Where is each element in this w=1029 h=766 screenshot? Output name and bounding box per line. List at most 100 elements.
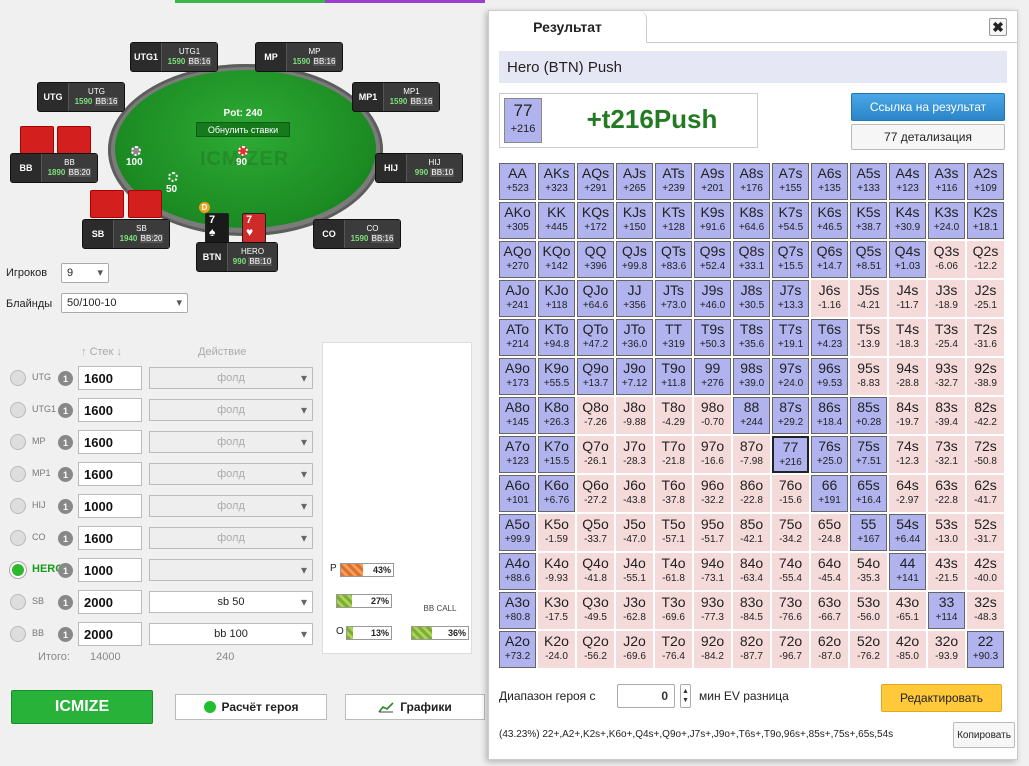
range-cell[interactable]: 86s +18.4 bbox=[811, 397, 848, 434]
range-cell[interactable]: KTo +94.8 bbox=[538, 319, 575, 356]
range-cell[interactable]: K9s +91.6 bbox=[694, 202, 731, 239]
range-cell[interactable]: 85o -42.1 bbox=[733, 514, 770, 551]
range-cell[interactable]: T2o -76.4 bbox=[655, 631, 692, 668]
range-cell[interactable]: T4o -61.8 bbox=[655, 553, 692, 590]
range-cell[interactable]: 62s -41.7 bbox=[967, 475, 1004, 512]
range-cell[interactable]: 87s +29.2 bbox=[772, 397, 809, 434]
range-cell[interactable]: T8o -4.29 bbox=[655, 397, 692, 434]
range-cell[interactable]: K6s +46.5 bbox=[811, 202, 848, 239]
player-radio[interactable] bbox=[10, 626, 26, 642]
range-cell[interactable]: K3o -17.5 bbox=[538, 592, 575, 629]
range-cell[interactable]: 95o -51.7 bbox=[694, 514, 731, 551]
result-link-button[interactable]: Ссылка на результат bbox=[851, 93, 1005, 121]
range-cell[interactable]: A5s +133 bbox=[850, 163, 887, 200]
charts-button[interactable]: Графики bbox=[345, 694, 485, 720]
range-cell[interactable]: T5o -57.1 bbox=[655, 514, 692, 551]
stack-input[interactable]: 1000 bbox=[78, 558, 142, 582]
range-cell[interactable]: T4s -18.3 bbox=[889, 319, 926, 356]
seat-mp1[interactable]: MP1 MP1 1590 BB:16 bbox=[352, 82, 440, 112]
range-cell[interactable]: 43o -65.1 bbox=[889, 592, 926, 629]
range-cell[interactable]: 73o -76.6 bbox=[772, 592, 809, 629]
range-cell[interactable]: KQo +142 bbox=[538, 241, 575, 278]
player-radio[interactable] bbox=[10, 594, 26, 610]
stack-input[interactable]: 1000 bbox=[78, 494, 142, 518]
range-cell[interactable]: 32o -93.9 bbox=[928, 631, 965, 668]
range-cell[interactable]: Q3o -49.5 bbox=[577, 592, 614, 629]
range-cell[interactable]: 75o -34.2 bbox=[772, 514, 809, 551]
player-radio[interactable] bbox=[10, 562, 26, 578]
range-cell[interactable]: TT +319 bbox=[655, 319, 692, 356]
min-ev-spinner[interactable]: ▲ ▼ bbox=[680, 684, 691, 708]
range-cell[interactable]: K7o +15.5 bbox=[538, 436, 575, 473]
spin-up-icon[interactable]: ▲ bbox=[682, 687, 689, 696]
range-cell[interactable]: 76s +25.0 bbox=[811, 436, 848, 473]
range-cell[interactable]: 96s +9.53 bbox=[811, 358, 848, 395]
range-cell[interactable]: A8s +176 bbox=[733, 163, 770, 200]
stack-input[interactable]: 1600 bbox=[78, 366, 142, 390]
range-cell[interactable]: 43s -21.5 bbox=[928, 553, 965, 590]
seat-mp[interactable]: MP MP 1590 BB:16 bbox=[255, 42, 343, 72]
close-icon[interactable]: ✖ bbox=[989, 18, 1007, 36]
range-cell[interactable]: A8o +145 bbox=[499, 397, 536, 434]
range-cell[interactable]: J6o -43.8 bbox=[616, 475, 653, 512]
range-cell[interactable]: K5o -1.59 bbox=[538, 514, 575, 551]
range-cell[interactable]: 93o -77.3 bbox=[694, 592, 731, 629]
range-cell[interactable]: A7s +155 bbox=[772, 163, 809, 200]
range-cell[interactable]: 74o -55.4 bbox=[772, 553, 809, 590]
range-cell[interactable]: A2s +109 bbox=[967, 163, 1004, 200]
range-cell[interactable]: K7s +54.5 bbox=[772, 202, 809, 239]
range-cell[interactable]: JTs +73.0 bbox=[655, 280, 692, 317]
range-cell[interactable]: 42o -85.0 bbox=[889, 631, 926, 668]
range-cell[interactable]: J6s -1.16 bbox=[811, 280, 848, 317]
range-cell[interactable]: QTs +83.6 bbox=[655, 241, 692, 278]
stack-input[interactable]: 1600 bbox=[78, 462, 142, 486]
copy-button[interactable]: Копировать bbox=[953, 722, 1015, 748]
stack-input[interactable]: 1600 bbox=[78, 430, 142, 454]
action-select[interactable]: фолд bbox=[149, 527, 313, 549]
range-cell[interactable]: 83o -84.5 bbox=[733, 592, 770, 629]
range-cell[interactable]: 75s +7.51 bbox=[850, 436, 887, 473]
range-cell[interactable]: K2o -24.0 bbox=[538, 631, 575, 668]
range-cell[interactable]: J5o -47.0 bbox=[616, 514, 653, 551]
stack-input[interactable]: 1600 bbox=[78, 398, 142, 422]
range-cell[interactable]: 92s -38.9 bbox=[967, 358, 1004, 395]
range-cell[interactable]: AKo +305 bbox=[499, 202, 536, 239]
range-cell[interactable]: 95s -8.83 bbox=[850, 358, 887, 395]
player-radio[interactable] bbox=[10, 466, 26, 482]
range-cell[interactable]: ATs +239 bbox=[655, 163, 692, 200]
range-cell[interactable]: AQo +270 bbox=[499, 241, 536, 278]
range-cell[interactable]: Q2s -12.2 bbox=[967, 241, 1004, 278]
range-cell[interactable]: 65o -24.8 bbox=[811, 514, 848, 551]
icmize-button[interactable]: ICMIZE bbox=[11, 690, 153, 724]
range-cell[interactable]: J4s -11.7 bbox=[889, 280, 926, 317]
range-cell[interactable]: J8s +30.5 bbox=[733, 280, 770, 317]
stack-input[interactable]: 2000 bbox=[78, 622, 142, 646]
range-cell[interactable]: Q8o -7.26 bbox=[577, 397, 614, 434]
range-cell[interactable]: Q9o +13.7 bbox=[577, 358, 614, 395]
range-cell[interactable]: Q4s +1.03 bbox=[889, 241, 926, 278]
range-cell[interactable]: 96o -32.2 bbox=[694, 475, 731, 512]
range-cell[interactable]: 93s -32.7 bbox=[928, 358, 965, 395]
range-cell[interactable]: A7o +123 bbox=[499, 436, 536, 473]
range-cell[interactable]: T7s +19.1 bbox=[772, 319, 809, 356]
range-cell[interactable]: 72o -96.7 bbox=[772, 631, 809, 668]
range-cell[interactable]: 92o -84.2 bbox=[694, 631, 731, 668]
range-cell[interactable]: K3s +24.0 bbox=[928, 202, 965, 239]
action-select[interactable]: sb 50 bbox=[149, 591, 313, 613]
range-cell[interactable]: J2s -25.1 bbox=[967, 280, 1004, 317]
range-cell[interactable]: Q9s +52.4 bbox=[694, 241, 731, 278]
range-cell[interactable]: T6o -37.8 bbox=[655, 475, 692, 512]
range-cell[interactable]: A3o +80.8 bbox=[499, 592, 536, 629]
range-cell[interactable]: 84o -63.4 bbox=[733, 553, 770, 590]
range-cell[interactable]: 53s -13.0 bbox=[928, 514, 965, 551]
seat-hero[interactable]: BTN HERO 990 BB:10 bbox=[196, 242, 278, 272]
range-cell[interactable]: 54o -35.3 bbox=[850, 553, 887, 590]
range-cell[interactable]: QQ +396 bbox=[577, 241, 614, 278]
range-cell[interactable]: T7o -21.8 bbox=[655, 436, 692, 473]
range-cell[interactable]: T3o -69.6 bbox=[655, 592, 692, 629]
range-cell[interactable]: K2s +18.1 bbox=[967, 202, 1004, 239]
action-select[interactable] bbox=[149, 559, 313, 581]
range-cell[interactable]: Q5s +8.51 bbox=[850, 241, 887, 278]
range-cell[interactable]: 52s -31.7 bbox=[967, 514, 1004, 551]
action-select[interactable]: фолд bbox=[149, 495, 313, 517]
